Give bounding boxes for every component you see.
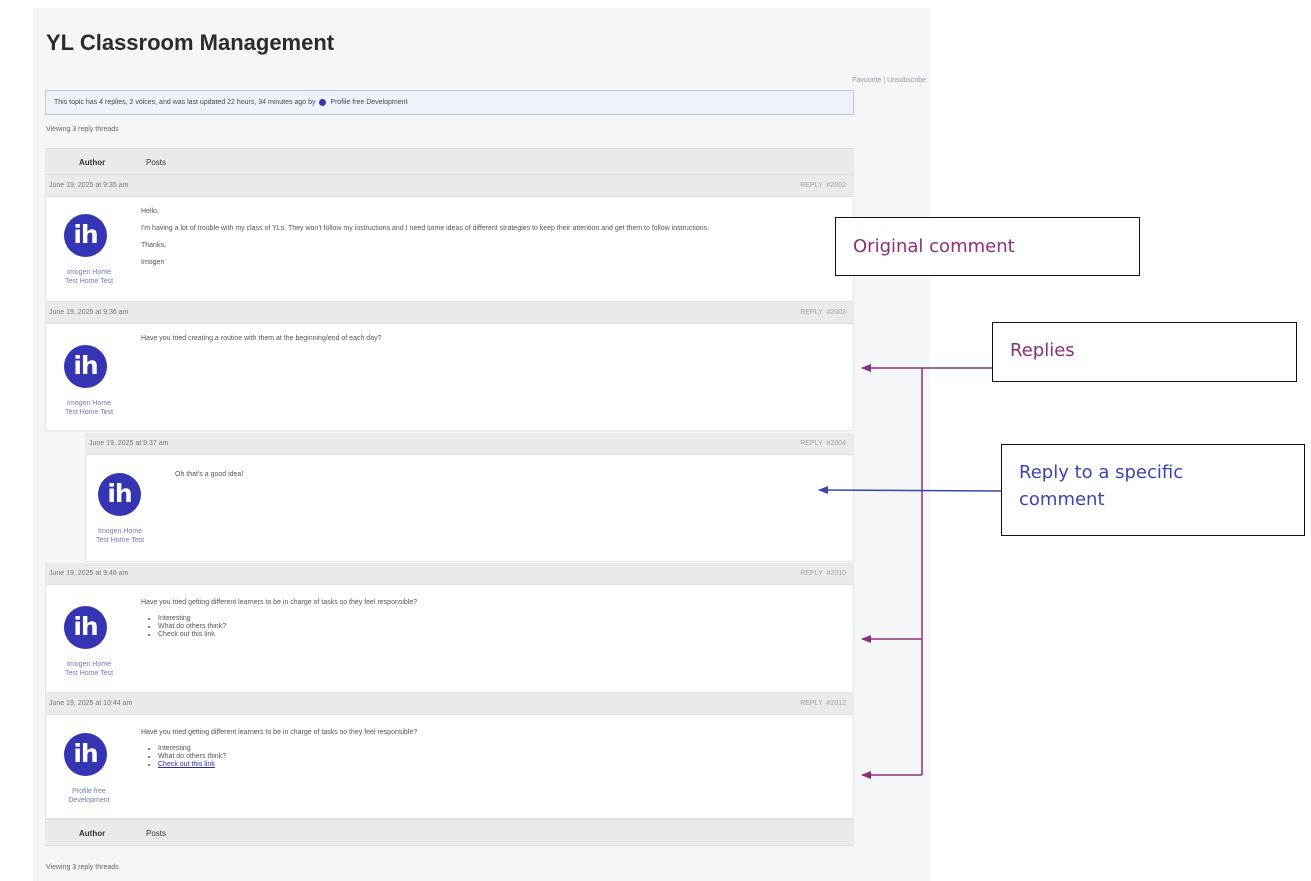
replies-connector: [861, 364, 992, 779]
specific-reply-arrow: [818, 486, 1002, 495]
annotation-arrows: [818, 364, 1002, 779]
